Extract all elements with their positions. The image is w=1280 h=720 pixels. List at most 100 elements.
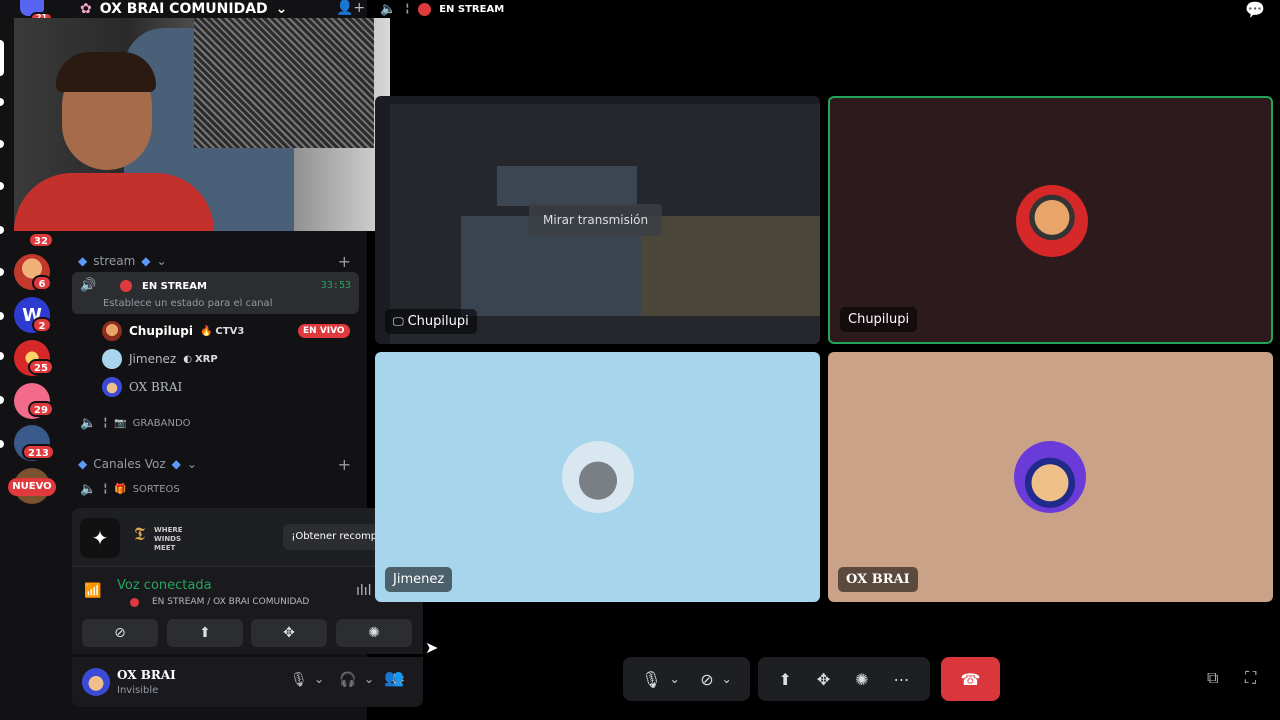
- call-channel-name: EN STREAM: [439, 3, 505, 15]
- channel-name: GRABANDO: [132, 418, 191, 429]
- person-shirt: [14, 173, 214, 231]
- camera-icon: 📷: [114, 418, 127, 429]
- tile-user-name: Chupilupi: [407, 314, 469, 329]
- category-voice[interactable]: ◆ Canales Voz ◆ ⌄: [78, 457, 197, 471]
- sparkle-icon: ◆: [141, 254, 151, 268]
- soundboard-button[interactable]: ✺: [336, 619, 412, 647]
- server-flower-icon: ✿: [80, 1, 92, 17]
- separator-icon: ╏: [404, 3, 411, 15]
- soundboard-icon: ✺: [368, 625, 380, 641]
- channel-sorteos[interactable]: 🔈 ╏ 🎁 SORTEOS: [72, 482, 359, 497]
- invite-people-icon[interactable]: 👤+: [336, 0, 365, 16]
- chevron-down-icon: ⌄: [186, 457, 197, 471]
- mouse-cursor-icon: ➤: [425, 638, 439, 657]
- activity-label: CTV3: [215, 325, 245, 337]
- call-topbar: 🔈 ╏ EN STREAM: [380, 0, 1280, 18]
- microphone-icon[interactable]: 🎙: [290, 672, 308, 688]
- user-avatar[interactable]: [82, 668, 110, 696]
- sequin-curtain: [194, 18, 374, 148]
- microphone-button[interactable]: 🎙 ⌄: [641, 670, 679, 689]
- phone-hangup-icon: ☎: [960, 669, 981, 689]
- disconnect-button[interactable]: ☎: [941, 657, 1000, 701]
- screen-share-button[interactable]: ⬆: [167, 619, 243, 647]
- popout-icon[interactable]: ⧉: [1207, 668, 1218, 688]
- camera-off-icon: ⊘: [700, 669, 714, 689]
- screen-icon: 🖵: [393, 314, 404, 328]
- voice-location[interactable]: EN STREAM / OX BRAI COMUNIDAD: [152, 597, 309, 607]
- more-options-button[interactable]: ⋯: [894, 670, 910, 689]
- rail-unread-dot: [0, 352, 4, 360]
- camera-toggle-button[interactable]: ⊘ ⌄: [700, 670, 731, 689]
- camera-off-icon: ⊘: [114, 625, 126, 641]
- screen-share-icon: ⬆: [199, 625, 211, 641]
- speaker-icon: 🔈: [380, 1, 397, 17]
- user-tile-jimenez[interactable]: Jimenez: [375, 352, 820, 602]
- flame-icon: 🔥: [199, 325, 213, 337]
- user-tile-chupilupi[interactable]: Chupilupi: [828, 96, 1273, 344]
- user-tile-oxbrai[interactable]: OX BRAI: [828, 352, 1273, 602]
- server-header[interactable]: ✿ OX BRAI COMUNIDAD ⌄: [80, 0, 287, 18]
- activities-button[interactable]: ✥: [251, 619, 327, 647]
- stream-timer: 33:53: [320, 280, 351, 291]
- live-badge: EN VIVO: [298, 324, 350, 338]
- chevron-down-icon[interactable]: ⌄: [314, 672, 324, 686]
- activity-tag: 🔥 CTV3: [200, 326, 244, 337]
- category-stream[interactable]: ◆ stream ◆ ⌄: [78, 254, 167, 268]
- new-badge: NUEVO: [8, 478, 56, 496]
- channel-grabando[interactable]: 🔈 ╏ 📷 GRABANDO: [72, 416, 359, 431]
- server-badge: 25: [28, 359, 54, 375]
- headphones-icon[interactable]: 🎧: [339, 672, 356, 688]
- tile-nametag: 🖵 Chupilupi: [385, 309, 477, 334]
- ellipsis-icon: ⋯: [893, 669, 910, 689]
- category-label: stream: [93, 254, 136, 268]
- add-channel-icon[interactable]: +: [338, 455, 351, 474]
- chevron-down-icon: ⌄: [721, 672, 732, 686]
- tile-nametag: OX BRAI: [838, 567, 918, 592]
- chevron-down-icon: ⌄: [275, 1, 288, 17]
- tile-user-name: Jimenez: [393, 572, 445, 587]
- voice-user-jimenez[interactable]: Jimenez ◐ XRP: [102, 349, 218, 369]
- activity-tag: ◐ XRP: [183, 354, 217, 365]
- screen-share-button[interactable]: ⬆: [778, 670, 791, 689]
- server-badge: 213: [22, 444, 55, 460]
- speaker-icon: 🔈: [80, 416, 97, 431]
- add-channel-icon[interactable]: +: [338, 252, 351, 271]
- soundboard-wave-icon[interactable]: ılıl: [356, 583, 372, 599]
- stream-tile[interactable]: Mirar transmisión 🖵 Chupilupi: [375, 96, 820, 344]
- promo-banner: ✦ 𝕿 WHERE WINDS MEET ¡Obtener recompensa…: [72, 508, 423, 566]
- channel-status-hint[interactable]: Establece un estado para el canal: [103, 298, 272, 309]
- avatar: [102, 377, 122, 397]
- user-name: Chupilupi: [129, 324, 193, 338]
- channel-name: SORTEOS: [132, 484, 180, 495]
- rail-unread-dot: [0, 140, 4, 148]
- tile-nametag: Jimenez: [385, 567, 453, 592]
- sparkle-icon: ◆: [78, 457, 88, 471]
- promo-game-name: WHERE WINDS MEET: [154, 526, 183, 552]
- user-avatar: [1016, 185, 1088, 257]
- quest-icon[interactable]: ✦: [80, 518, 120, 558]
- activities-button[interactable]: ✥: [817, 670, 830, 689]
- soundboard-button[interactable]: ✺: [855, 670, 868, 689]
- user-name: Jimenez: [129, 352, 177, 366]
- screen-share-icon: ⬆: [778, 669, 792, 689]
- avatar: [102, 321, 122, 341]
- user-avatar: [1014, 441, 1086, 513]
- voice-user-oxbrai[interactable]: OX BRAI: [102, 377, 182, 397]
- server-name: OX BRAI COMUNIDAD: [99, 1, 268, 17]
- add-people-icon[interactable]: 👥: [384, 668, 404, 687]
- channel-stream-active[interactable]: 🔊 EN STREAM 33:53 Establece un estado pa…: [72, 272, 359, 314]
- user-status: Invisible: [117, 685, 159, 696]
- chat-bubble-icon[interactable]: 💬: [1245, 0, 1265, 19]
- camera-off-button[interactable]: ⊘: [82, 619, 158, 647]
- rail-unread-dot: [0, 440, 4, 448]
- watch-stream-button[interactable]: Mirar transmisión: [529, 204, 663, 236]
- chevron-down-icon[interactable]: ⌄: [364, 672, 374, 686]
- fullscreen-icon[interactable]: ⛶: [1245, 668, 1256, 688]
- rail-unread-dot: [0, 226, 4, 234]
- webcam-overlay: [14, 18, 390, 231]
- voice-status[interactable]: Voz conectada: [117, 578, 212, 593]
- voice-user-chupilupi[interactable]: Chupilupi 🔥 CTV3: [102, 321, 244, 341]
- category-label: Canales Voz: [93, 457, 166, 471]
- tile-user-name: Chupilupi: [848, 312, 910, 327]
- chevron-down-icon: ⌄: [669, 672, 680, 686]
